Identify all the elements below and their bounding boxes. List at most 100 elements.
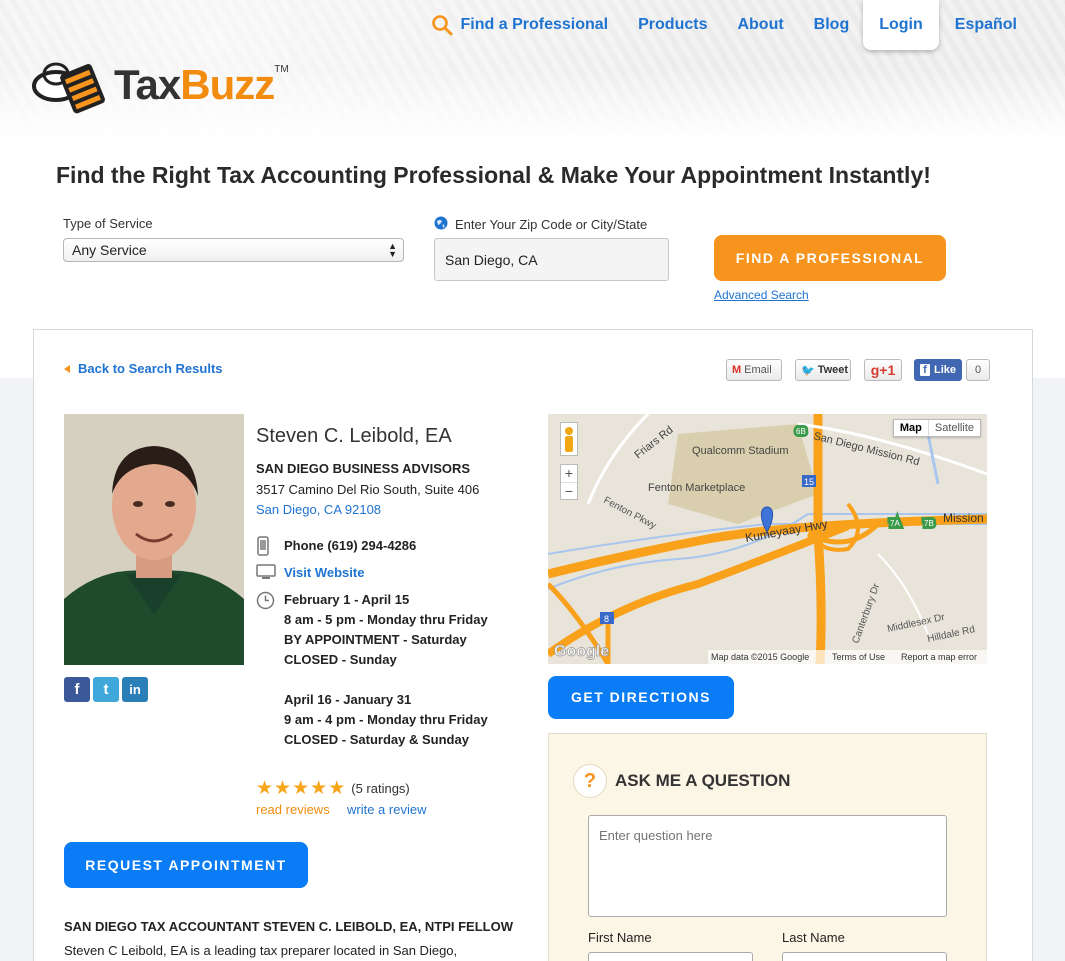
question-icon: ? — [573, 764, 607, 798]
share-like-label: Like — [933, 364, 956, 376]
zoom-out-button[interactable]: − — [561, 482, 577, 500]
advanced-search-link[interactable]: Advanced Search — [714, 288, 809, 302]
back-arrow-icon — [64, 364, 70, 373]
main-nav: Find a Professional Products About Blog … — [401, 0, 1017, 50]
zoom-in-button[interactable]: + — [561, 465, 577, 482]
hours-season-1: February 1 - April 15 — [284, 592, 410, 607]
location-map[interactable]: Qualcomm Stadium San Diego Mission Rd Fr… — [548, 414, 987, 664]
nav-login[interactable]: Login — [863, 0, 939, 50]
map-terms-link[interactable]: Terms of Use — [832, 652, 885, 662]
twitter-icon[interactable]: t — [93, 677, 119, 702]
pegman-icon[interactable] — [560, 422, 578, 456]
map-label: 15 — [804, 477, 814, 487]
service-select-value: Any Service — [72, 242, 147, 258]
zoom-controls: + − — [560, 464, 578, 500]
logo-wordmark: TaxBuzz — [114, 61, 275, 109]
last-name-label: Last Name — [782, 930, 845, 945]
like-count: 0 — [966, 359, 990, 381]
share-email-button[interactable]: M Email — [726, 359, 782, 381]
professional-name: Steven C. Leibold, EA — [256, 425, 452, 447]
map-type-map[interactable]: Map — [894, 420, 928, 436]
hours-season-2: April 16 - January 31 — [284, 692, 412, 707]
write-review-link[interactable]: write a review — [347, 802, 426, 817]
zip-label: Enter Your Zip Code or City/State — [455, 217, 648, 232]
facebook-icon[interactable]: f — [64, 677, 90, 702]
select-arrows-icon: ▲ ▼ — [388, 241, 397, 259]
hours-line: BY APPOINTMENT - Saturday — [284, 632, 467, 647]
taxbuzz-logo[interactable]: TaxBuzz TM — [32, 52, 289, 118]
hours-line: 8 am - 5 pm - Monday thru Friday — [284, 612, 488, 627]
visit-website-link[interactable]: Visit Website — [284, 565, 364, 580]
nav-espanol[interactable]: Español — [955, 16, 1017, 34]
star-icon: ★ — [274, 778, 292, 799]
address-line-1: 3517 Camino Del Rio South, Suite 406 — [256, 482, 480, 497]
profile-photo — [64, 414, 244, 665]
service-label: Type of Service — [63, 216, 153, 231]
get-directions-button[interactable]: GET DIRECTIONS — [548, 676, 734, 719]
star-icon: ★ — [292, 778, 310, 799]
map-label: 7A — [890, 519, 900, 528]
service-select[interactable]: Any Service ▲ ▼ — [63, 238, 404, 262]
share-like-button[interactable]: f Like — [914, 359, 962, 381]
nav-products[interactable]: Products — [638, 16, 707, 34]
last-name-input[interactable] — [782, 952, 947, 961]
company-name: SAN DIEGO BUSINESS ADVISORS — [256, 461, 471, 476]
share-tweet-label: Tweet — [817, 364, 849, 376]
star-icon: ★ — [310, 778, 328, 799]
back-to-results-link[interactable]: Back to Search Results — [64, 361, 223, 376]
logo-buzz: Buzz — [180, 61, 275, 108]
map-label: 8 — [604, 614, 609, 624]
read-reviews-link[interactable]: read reviews — [256, 802, 330, 817]
map-label: Mission — [943, 511, 984, 525]
hours-line: CLOSED - Saturday & Sunday — [284, 732, 469, 747]
nav-find-professional[interactable]: Find a Professional — [431, 14, 609, 36]
share-tweet-button[interactable]: 🐦 Tweet — [795, 359, 851, 381]
first-name-label: First Name — [588, 930, 652, 945]
rating-stars: ★ ★ ★ ★ ★ (5 ratings) — [256, 777, 410, 800]
bee-icon — [32, 62, 105, 114]
hours-line: 9 am - 4 pm - Monday thru Friday — [284, 712, 488, 727]
twitter-bird-icon: 🐦 — [801, 364, 815, 377]
star-icon: ★ — [256, 778, 274, 799]
find-professional-button[interactable]: FIND A PROFESSIONAL — [714, 235, 946, 281]
map-type-satellite[interactable]: Satellite — [927, 420, 980, 436]
nav-find-professional-label: Find a Professional — [460, 16, 609, 33]
search-icon — [431, 15, 453, 36]
map-label: 7B — [924, 519, 934, 528]
gmail-icon: M — [732, 364, 742, 376]
question-textarea[interactable] — [588, 815, 947, 917]
monitor-icon — [256, 564, 276, 579]
linkedin-icon[interactable]: in — [122, 677, 148, 702]
share-email-label: Email — [744, 364, 772, 376]
star-icon: ★ — [328, 778, 346, 799]
facebook-like-icon: f — [920, 364, 930, 376]
google-logo: Google — [554, 643, 609, 660]
first-name-input[interactable] — [588, 952, 753, 961]
logo-trademark: TM — [274, 63, 289, 75]
ask-question-title: ASK ME A QUESTION — [615, 771, 791, 790]
map-report-link[interactable]: Report a map error — [901, 652, 977, 662]
address-line-2-link[interactable]: San Diego, CA 92108 — [256, 502, 381, 517]
phone-number: Phone (619) 294-4286 — [284, 538, 417, 553]
nav-about[interactable]: About — [737, 16, 783, 34]
map-canvas: Qualcomm Stadium San Diego Mission Rd Fr… — [548, 414, 987, 664]
nav-blog[interactable]: Blog — [814, 16, 850, 34]
page-headline: Find the Right Tax Accounting Profession… — [56, 162, 931, 188]
map-label: Fenton Marketplace — [648, 482, 745, 494]
clock-icon — [256, 591, 275, 610]
zip-input[interactable]: San Diego, CA — [434, 238, 669, 281]
about-heading: SAN DIEGO TAX ACCOUNTANT STEVEN C. LEIBO… — [64, 919, 513, 934]
request-appointment-button[interactable]: REQUEST APPOINTMENT — [64, 842, 308, 888]
map-type-control: Map Satellite — [892, 419, 981, 437]
share-gplus-button[interactable]: g+1 — [864, 359, 902, 381]
phone-icon — [257, 536, 269, 556]
map-attribution: Map data ©2015 Google — [711, 652, 809, 662]
ratings-count: (5 ratings) — [351, 781, 410, 796]
map-label: Qualcomm Stadium — [692, 445, 789, 457]
about-text: Steven C Leibold, EA is a leading tax pr… — [64, 943, 458, 958]
globe-icon — [434, 216, 448, 230]
back-label: Back to Search Results — [78, 361, 223, 376]
hours-line: CLOSED - Sunday — [284, 652, 397, 667]
logo-tax: Tax — [114, 61, 181, 108]
map-label: 6B — [796, 427, 806, 436]
